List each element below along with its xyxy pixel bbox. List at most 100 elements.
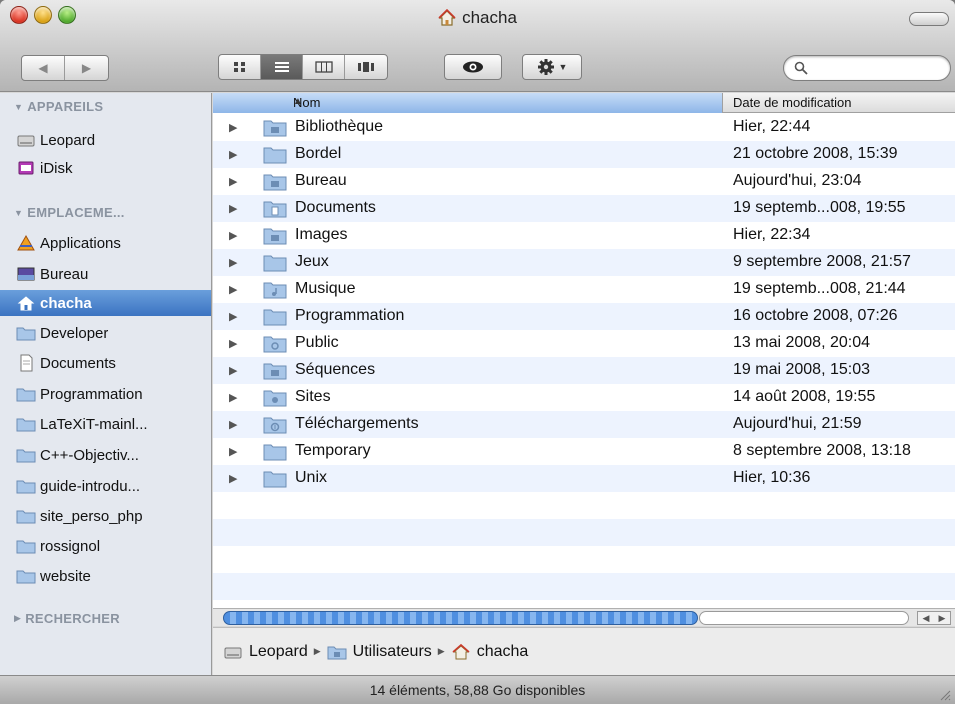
folder-icon [16, 388, 36, 402]
table-row[interactable]: ▶ Bureau Aujourd'hui, 23:04 [213, 168, 955, 195]
status-bar: 14 éléments, 58,88 Go disponibles [0, 675, 955, 704]
disclosure-triangle-icon[interactable]: ▶ [229, 445, 237, 458]
path-bar: Leopard ▶ Utilisateurs ▶ chacha [213, 627, 955, 675]
music-folder-icon [263, 282, 287, 299]
table-row[interactable]: ▶ Séquences 19 mai 2008, 15:03 [213, 357, 955, 384]
table-row[interactable]: ▶ Jeux 9 septembre 2008, 21:57 [213, 249, 955, 276]
folder-icon [16, 449, 36, 463]
path-separator-icon: ▶ [437, 646, 445, 656]
forward-button[interactable]: ▶ [65, 56, 108, 80]
list-view-button[interactable] [261, 55, 303, 79]
disclosure-triangle-icon[interactable]: ▶ [229, 391, 237, 404]
resize-grip-icon[interactable] [937, 687, 951, 701]
sidebar-item-website[interactable]: website [0, 563, 211, 589]
folder-icon [263, 147, 287, 164]
sidebar-item-rossignol[interactable]: rossignol [0, 533, 211, 559]
table-row[interactable]: ▶ Public 13 mai 2008, 20:04 [213, 330, 955, 357]
list-view-icon [274, 62, 289, 72]
table-row[interactable]: ▶ Sites 14 août 2008, 19:55 [213, 384, 955, 411]
disclosure-triangle-icon[interactable]: ▶ [229, 148, 237, 161]
table-row[interactable]: ▶ Unix Hier, 10:36 [213, 465, 955, 492]
sidebar-section-devices[interactable]: ▼ APPAREILS [14, 99, 103, 114]
window-title: chacha [0, 8, 955, 28]
scrollbar-track[interactable] [699, 611, 909, 625]
table-row[interactable]: ▶ Temporary 8 septembre 2008, 13:18 [213, 438, 955, 465]
coverflow-view-button[interactable] [345, 55, 387, 79]
scrollbar-thumb[interactable] [223, 611, 698, 625]
folder-icon [16, 418, 36, 432]
path-item-leopard[interactable]: Leopard [249, 643, 308, 661]
table-row[interactable]: ▶ Documents 19 septemb...008, 19:55 [213, 195, 955, 222]
sidebar-item-documents[interactable]: Documents [0, 350, 211, 376]
icon-view-button[interactable] [219, 55, 261, 79]
view-mode-buttons [218, 54, 388, 80]
public-folder-icon [263, 336, 287, 353]
path-item-chacha[interactable]: chacha [477, 643, 529, 661]
column-view-button[interactable] [303, 55, 345, 79]
empty-row [213, 573, 955, 600]
back-button[interactable]: ◀ [22, 56, 66, 80]
search-field[interactable] [783, 55, 951, 81]
action-menu-button[interactable]: ▼ [522, 54, 582, 80]
horizontal-scrollbar[interactable]: ◀ ▶ [213, 608, 955, 626]
sidebar-item-bureau[interactable]: Bureau [0, 261, 211, 287]
scroll-right-icon[interactable]: ▶ [939, 613, 946, 624]
path-item-utilisateurs[interactable]: Utilisateurs [353, 643, 432, 661]
disclosure-triangle-closed-icon: ▶ [14, 613, 22, 623]
forward-arrow-icon: ▶ [81, 61, 92, 75]
movies-folder-icon [263, 363, 287, 380]
applications-icon [17, 234, 35, 251]
sidebar-section-places[interactable]: ▼ EMPLACEME... [14, 205, 125, 220]
scroll-arrows[interactable]: ◀ ▶ [917, 611, 951, 625]
toolbar-toggle-button[interactable] [909, 12, 949, 26]
table-row[interactable]: ▶ Images Hier, 22:34 [213, 222, 955, 249]
folder-icon [263, 471, 287, 488]
home-icon [438, 9, 456, 26]
sidebar-item-idisk[interactable]: iDisk [0, 155, 211, 181]
document-icon [20, 354, 33, 372]
documents-folder-icon [263, 201, 287, 218]
disclosure-triangle-open-icon: ▼ [14, 101, 24, 112]
search-icon [794, 61, 808, 75]
disclosure-triangle-icon[interactable]: ▶ [229, 202, 237, 215]
sidebar-item-developer[interactable]: Developer [0, 320, 211, 346]
sidebar-item-applications[interactable]: Applications [0, 230, 211, 256]
folder-icon [16, 327, 36, 341]
table-row[interactable]: ▶ Musique 19 septemb...008, 21:44 [213, 276, 955, 303]
sort-ascending-icon: ▲ [293, 96, 303, 107]
disclosure-triangle-icon[interactable]: ▶ [229, 256, 237, 269]
disclosure-triangle-icon[interactable]: ▶ [229, 175, 237, 188]
disclosure-triangle-icon[interactable]: ▶ [229, 229, 237, 242]
sidebar-item-leopard[interactable]: Leopard [0, 127, 211, 153]
scroll-left-icon[interactable]: ◀ [923, 613, 930, 624]
disclosure-triangle-icon[interactable]: ▶ [229, 283, 237, 296]
desktop-icon [17, 267, 35, 281]
sidebar-item-cpp-objectiv[interactable]: C++-Objectiv... [0, 442, 211, 468]
idisk-icon [18, 161, 34, 175]
folder-icon [16, 570, 36, 584]
disclosure-triangle-icon[interactable]: ▶ [229, 310, 237, 323]
sidebar-section-search[interactable]: ▶ RECHERCHER [14, 611, 120, 626]
disclosure-triangle-icon[interactable]: ▶ [229, 472, 237, 485]
disclosure-triangle-icon[interactable]: ▶ [229, 121, 237, 134]
column-header-date[interactable]: Date de modification [733, 95, 852, 110]
sidebar-item-chacha[interactable]: chacha [0, 290, 211, 316]
column-header-name[interactable]: Nom ▲ [213, 93, 723, 113]
disclosure-triangle-icon[interactable]: ▶ [229, 418, 237, 431]
table-row[interactable]: ▶ Téléchargements Aujourd'hui, 21:59 [213, 411, 955, 438]
table-row[interactable]: ▶ Programmation 16 octobre 2008, 07:26 [213, 303, 955, 330]
disclosure-triangle-icon[interactable]: ▶ [229, 364, 237, 377]
table-row[interactable]: ▶ Bibliothèque Hier, 22:44 [213, 114, 955, 141]
sidebar-item-programmation[interactable]: Programmation [0, 381, 211, 407]
sidebar: ▼ APPAREILS Leopard iDisk ▼ EMPLACEME...… [0, 93, 212, 675]
sidebar-item-latexit[interactable]: LaTeXiT-mainl... [0, 411, 211, 437]
folder-icon [263, 444, 287, 461]
hard-drive-icon [224, 647, 242, 658]
home-icon [17, 296, 35, 311]
sidebar-item-guide-introdu[interactable]: guide-introdu... [0, 473, 211, 499]
table-row[interactable]: ▶ Bordel 21 octobre 2008, 15:39 [213, 141, 955, 168]
disclosure-triangle-icon[interactable]: ▶ [229, 337, 237, 350]
quick-look-button[interactable] [444, 54, 502, 80]
back-arrow-icon: ◀ [38, 61, 48, 75]
sidebar-item-site-perso-php[interactable]: site_perso_php [0, 503, 211, 529]
